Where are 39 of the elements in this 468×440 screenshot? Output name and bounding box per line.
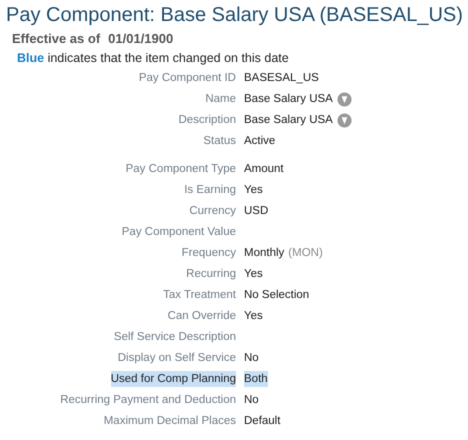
field-code: (MON) (288, 246, 323, 260)
field-label: Currency (189, 204, 236, 219)
field-label: Is Earning (184, 183, 236, 198)
field-value: BASESAL_US (244, 71, 319, 86)
field-label: Self Service Description (114, 330, 236, 345)
field-value: Default (244, 414, 280, 429)
field-value: Yes (244, 309, 263, 324)
field-value: Yes (244, 183, 263, 198)
field-label: Frequency (182, 246, 236, 261)
field-label: Pay Component ID (138, 71, 236, 86)
field-value: Amount (244, 162, 284, 177)
field-label: Maximum Decimal Places (104, 414, 236, 429)
field-label: Recurring (186, 267, 236, 282)
translation-icon[interactable] (336, 112, 352, 128)
effective-label: Effective as of (12, 31, 100, 46)
field-value: Yes (244, 267, 263, 282)
field-value: Active (244, 134, 276, 149)
field-label: Description (178, 113, 236, 128)
field-label: Name (205, 92, 236, 107)
field-value: Both (244, 371, 268, 387)
field-label: Pay Component Type (126, 162, 236, 177)
field-label: Display on Self Service (118, 351, 236, 366)
field-value: Base Salary USA (244, 113, 333, 128)
legend-text: Blue indicates that the item changed on this date (17, 51, 289, 65)
field-label: Recurring Payment and Deduction (60, 393, 236, 408)
field-value: Base Salary USA (244, 92, 333, 107)
field-value: No (244, 351, 259, 366)
field-label: Can Override (168, 309, 236, 324)
field-label: Status (203, 134, 236, 149)
field-value: No (244, 393, 259, 408)
page-title: Pay Component: Base Salary USA (BASESAL_US) (6, 4, 463, 27)
field-label: Used for Comp Planning (110, 371, 236, 387)
field-value: Monthly (244, 246, 284, 261)
field-value: No Selection (244, 288, 310, 303)
field-value: USD (244, 204, 268, 219)
translation-icon[interactable] (336, 92, 352, 106)
effective-date: 01/01/1900 (108, 31, 174, 46)
field-label: Pay Component Value (122, 225, 236, 240)
field-label: Tax Treatment (163, 288, 236, 303)
